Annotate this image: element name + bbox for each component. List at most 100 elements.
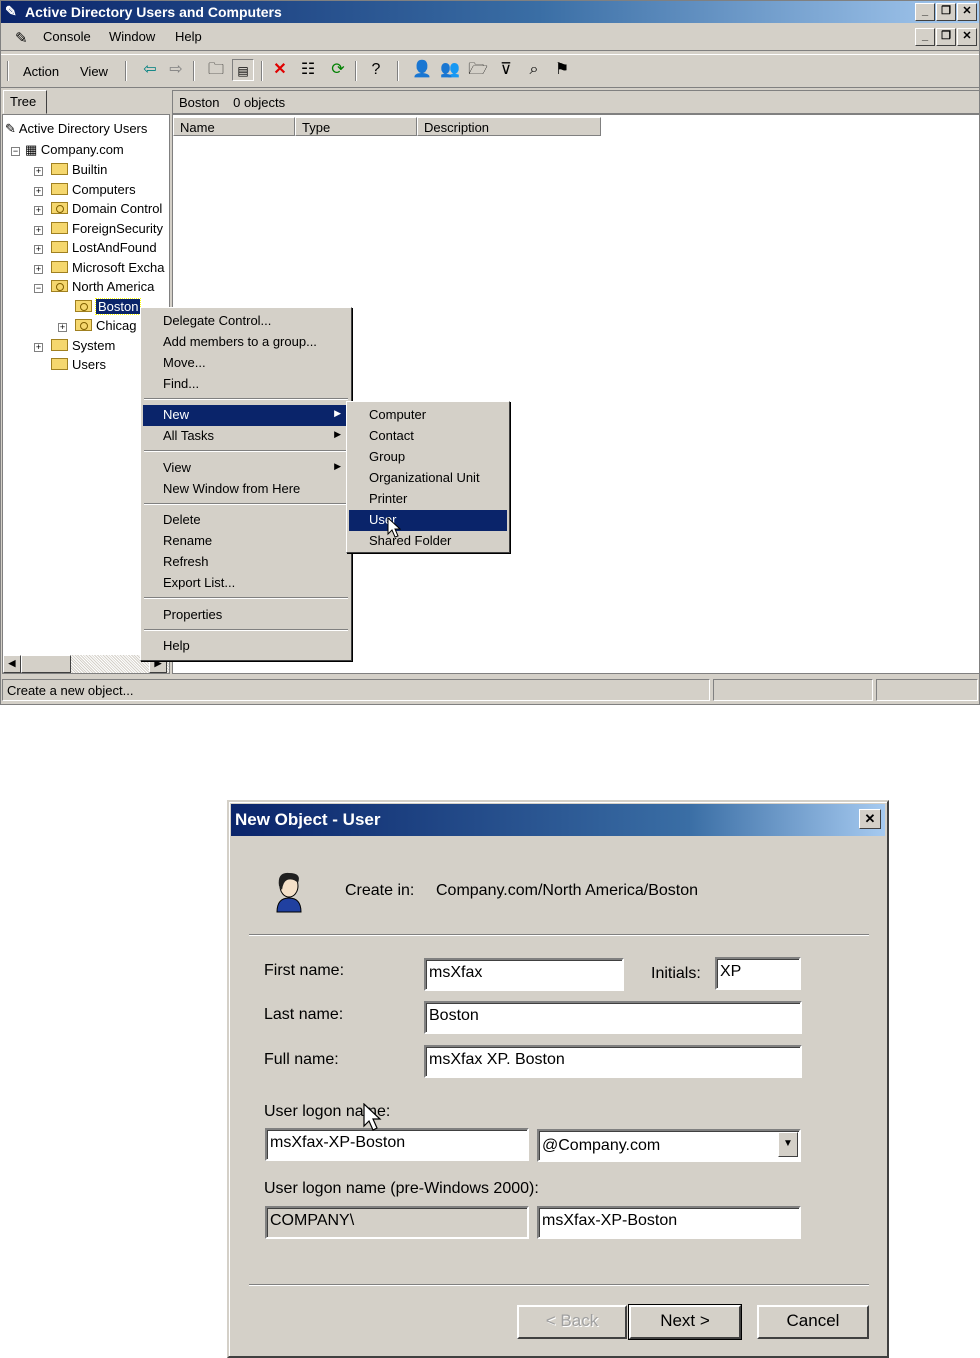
last-name-field[interactable]: Boston xyxy=(424,1001,802,1034)
filter-icon[interactable]: ⊽ xyxy=(495,59,517,81)
tree-item-foreignsecurity[interactable]: ForeignSecurity xyxy=(51,221,163,236)
menu-item-delete[interactable]: Delete xyxy=(143,510,349,531)
menu-item-delegate-control[interactable]: Delegate Control... xyxy=(143,311,349,332)
initials-field[interactable]: XP xyxy=(715,957,801,990)
menu-item-new[interactable]: New ▶ xyxy=(143,405,349,426)
menu-item-find[interactable]: Find... xyxy=(143,374,349,395)
dialog-close-button[interactable]: ✕ xyxy=(859,809,881,829)
submenu-item-user[interactable]: User xyxy=(349,510,507,531)
new-group-icon[interactable]: 👥 xyxy=(439,59,461,81)
dialog-title-bar: New Object - User ✕ xyxy=(231,804,885,836)
menu-help[interactable]: Help xyxy=(175,29,202,44)
tree-item-microsoft-exchange[interactable]: Microsoft Excha xyxy=(51,260,164,275)
tree-item-lostandfound[interactable]: LostAndFound xyxy=(51,240,157,255)
next-button[interactable]: Next > xyxy=(628,1304,742,1340)
child-close-button[interactable]: ✕ xyxy=(957,28,977,46)
expand-toggle[interactable]: + xyxy=(34,265,43,274)
menu-item-all-tasks[interactable]: All Tasks ▶ xyxy=(143,426,349,447)
forward-arrow-icon[interactable]: ⇨ xyxy=(165,59,187,81)
menu-separator xyxy=(144,629,348,631)
tree-item-builtin[interactable]: Builtin xyxy=(51,162,107,177)
tab-tree[interactable]: Tree xyxy=(3,90,47,114)
back-button[interactable]: < Back xyxy=(517,1305,627,1339)
collapse-toggle[interactable]: − xyxy=(11,147,20,156)
first-name-field[interactable]: msXfax xyxy=(424,958,624,991)
delete-icon[interactable]: ✕ xyxy=(269,59,291,81)
submenu-item-contact[interactable]: Contact xyxy=(349,426,507,447)
tree-item-domain-controllers[interactable]: Domain Control xyxy=(51,201,162,216)
expand-toggle[interactable]: + xyxy=(34,245,43,254)
menu-item-properties[interactable]: Properties xyxy=(143,605,349,626)
tree-item-chicago[interactable]: Chicag xyxy=(75,318,136,333)
properties-icon[interactable]: ☷ xyxy=(297,59,319,81)
mmc-app-icon: ✎ xyxy=(5,3,17,19)
menu-item-view[interactable]: View ▶ xyxy=(143,458,349,479)
ou-folder-icon xyxy=(75,319,92,331)
tree-item-system[interactable]: System xyxy=(51,338,115,353)
submenu-item-shared-folder[interactable]: Shared Folder xyxy=(349,531,507,552)
logon-name-field[interactable]: msXfax-XP-Boston xyxy=(265,1128,529,1161)
find-icon[interactable]: ⌕ xyxy=(523,59,545,81)
column-header-description[interactable]: Description xyxy=(417,117,601,136)
help-icon[interactable]: ? xyxy=(365,59,387,81)
tree-item-boston[interactable]: Boston xyxy=(75,298,142,315)
menu-console[interactable]: Console xyxy=(43,29,91,44)
scroll-thumb[interactable] xyxy=(21,655,71,673)
new-ou-icon[interactable]: 🗁 xyxy=(467,59,489,81)
menu-item-refresh[interactable]: Refresh xyxy=(143,552,349,573)
column-header-name[interactable]: Name xyxy=(173,117,295,136)
tree-item-north-america[interactable]: North America xyxy=(51,279,154,294)
tree-item-computers[interactable]: Computers xyxy=(51,182,136,197)
submenu-item-ou[interactable]: Organizational Unit xyxy=(349,468,507,489)
column-header-type[interactable]: Type xyxy=(295,117,417,136)
child-minimize-button[interactable]: _ xyxy=(915,28,935,46)
expand-toggle[interactable]: + xyxy=(34,206,43,215)
tree-item-domain[interactable]: ▦ Company.com xyxy=(25,142,124,158)
new-object-user-dialog: New Object - User ✕ Create in: Company.c… xyxy=(227,800,889,1358)
dropdown-arrow-icon[interactable]: ▼ xyxy=(778,1132,798,1157)
add-to-group-icon[interactable]: ⚑ xyxy=(551,59,573,81)
back-arrow-icon[interactable]: ⇦ xyxy=(139,59,161,81)
full-name-field[interactable]: msXfax XP. Boston xyxy=(424,1045,802,1078)
up-folder-icon[interactable]: 🗀 xyxy=(205,59,227,81)
expand-toggle[interactable]: + xyxy=(58,323,67,332)
refresh-icon[interactable]: ⟳ xyxy=(327,59,349,81)
menu-item-help[interactable]: Help xyxy=(143,636,349,657)
last-name-label: Last name: xyxy=(264,1006,344,1023)
status-cell-3 xyxy=(876,679,978,701)
view-menu[interactable]: View xyxy=(80,64,108,79)
submenu-item-printer[interactable]: Printer xyxy=(349,489,507,510)
ad-snapin-icon: ✎ xyxy=(5,121,16,136)
menu-separator xyxy=(144,450,348,452)
divider xyxy=(249,934,869,936)
new-user-icon[interactable]: 👤 xyxy=(411,59,433,81)
menu-item-rename[interactable]: Rename xyxy=(143,531,349,552)
upn-suffix-dropdown[interactable]: @Company.com ▼ xyxy=(537,1129,801,1162)
pre2000-domain-field: COMPANY\ xyxy=(265,1206,529,1239)
expand-toggle[interactable]: + xyxy=(34,343,43,352)
expand-toggle[interactable]: + xyxy=(34,167,43,176)
title-bar: ✎ Active Directory Users and Computers _… xyxy=(1,1,979,23)
expand-toggle[interactable]: + xyxy=(34,187,43,196)
tree-root[interactable]: ✎ Active Directory Users xyxy=(5,121,147,137)
restore-button[interactable]: ❐ xyxy=(936,3,956,21)
menu-item-export-list[interactable]: Export List... xyxy=(143,573,349,594)
console-icon: ✎ xyxy=(15,30,28,47)
scroll-left-button[interactable]: ◀ xyxy=(3,655,21,673)
pre2000-name-field[interactable]: msXfax-XP-Boston xyxy=(537,1206,801,1239)
close-button[interactable]: ✕ xyxy=(957,3,977,21)
action-menu[interactable]: Action xyxy=(23,64,59,79)
show-tree-icon[interactable]: ▤ xyxy=(232,59,254,81)
menu-item-add-members[interactable]: Add members to a group... xyxy=(143,332,349,353)
menu-window[interactable]: Window xyxy=(109,29,155,44)
minimize-button[interactable]: _ xyxy=(915,3,935,21)
collapse-toggle[interactable]: − xyxy=(34,284,43,293)
menu-item-move[interactable]: Move... xyxy=(143,353,349,374)
expand-toggle[interactable]: + xyxy=(34,226,43,235)
submenu-item-group[interactable]: Group xyxy=(349,447,507,468)
child-restore-button[interactable]: ❐ xyxy=(936,28,956,46)
menu-item-new-window[interactable]: New Window from Here xyxy=(143,479,349,500)
submenu-item-computer[interactable]: Computer xyxy=(349,405,507,426)
cancel-button[interactable]: Cancel xyxy=(757,1305,869,1339)
tree-item-users[interactable]: Users xyxy=(51,357,106,372)
